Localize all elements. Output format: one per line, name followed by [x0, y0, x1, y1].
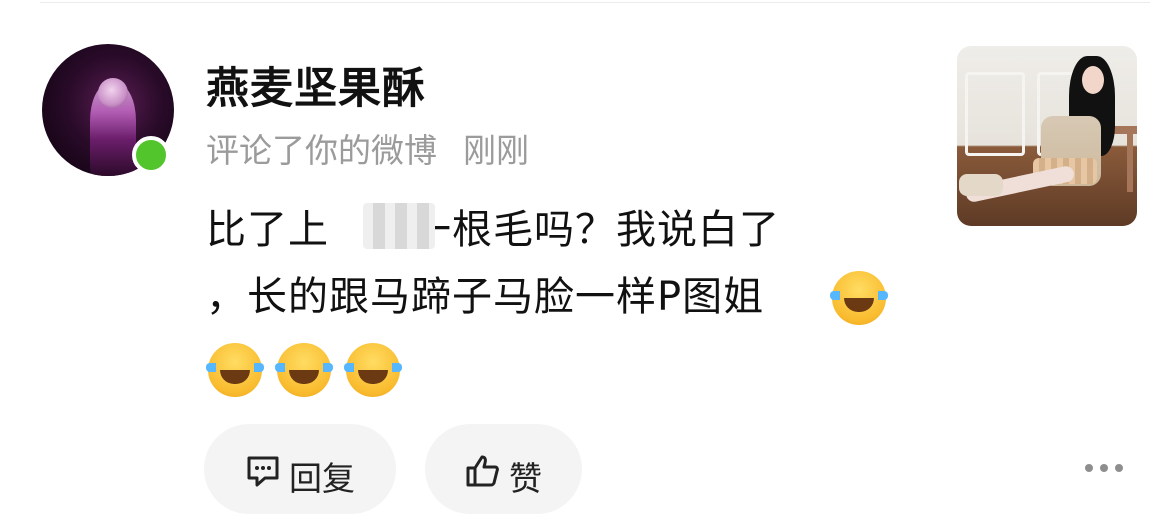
emoji-row [206, 343, 410, 397]
comment-line1-end: 一根毛吗？我说白了 [411, 207, 780, 253]
thumbs-up-icon [465, 454, 501, 496]
emoji-row-inline [830, 271, 896, 325]
comment-bubble-icon [245, 454, 281, 496]
timestamp: 刚刚 [463, 131, 529, 170]
laughing-with-tears-icon [206, 343, 264, 397]
comment-meta: 评论了你的微博 刚刚 [206, 124, 529, 172]
online-status-indicator [132, 136, 170, 174]
mosaic-redaction [363, 203, 435, 249]
person-face [1082, 66, 1104, 94]
table-leg [1127, 132, 1133, 192]
reply-label: 回复 [289, 459, 355, 498]
action-text: 评论了你的微博 [206, 131, 437, 170]
reply-button[interactable]: 回复 [204, 424, 396, 514]
comment-line1-start: 比了上 [206, 207, 329, 253]
person-boots [959, 174, 1003, 196]
more-options-icon[interactable] [1085, 464, 1123, 472]
avatar-head [98, 78, 128, 108]
like-button[interactable]: 赞 [425, 424, 582, 514]
wall-panel [965, 72, 1025, 156]
weibo-post-thumbnail[interactable] [957, 46, 1137, 226]
comment-text: 比了上 一根毛吗？我说白了 ，长的跟马蹄子马脸一样P图姐 [206, 197, 896, 331]
top-divider [40, 2, 1150, 3]
username[interactable]: 燕麦坚果酥 [206, 54, 426, 116]
laughing-with-tears-icon [830, 271, 888, 325]
laughing-with-tears-icon [275, 343, 334, 397]
comment-line2: ，长的跟马蹄子马脸一样P图姐 [206, 274, 765, 320]
laughing-with-tears-icon [344, 343, 403, 397]
like-label: 赞 [509, 459, 542, 498]
